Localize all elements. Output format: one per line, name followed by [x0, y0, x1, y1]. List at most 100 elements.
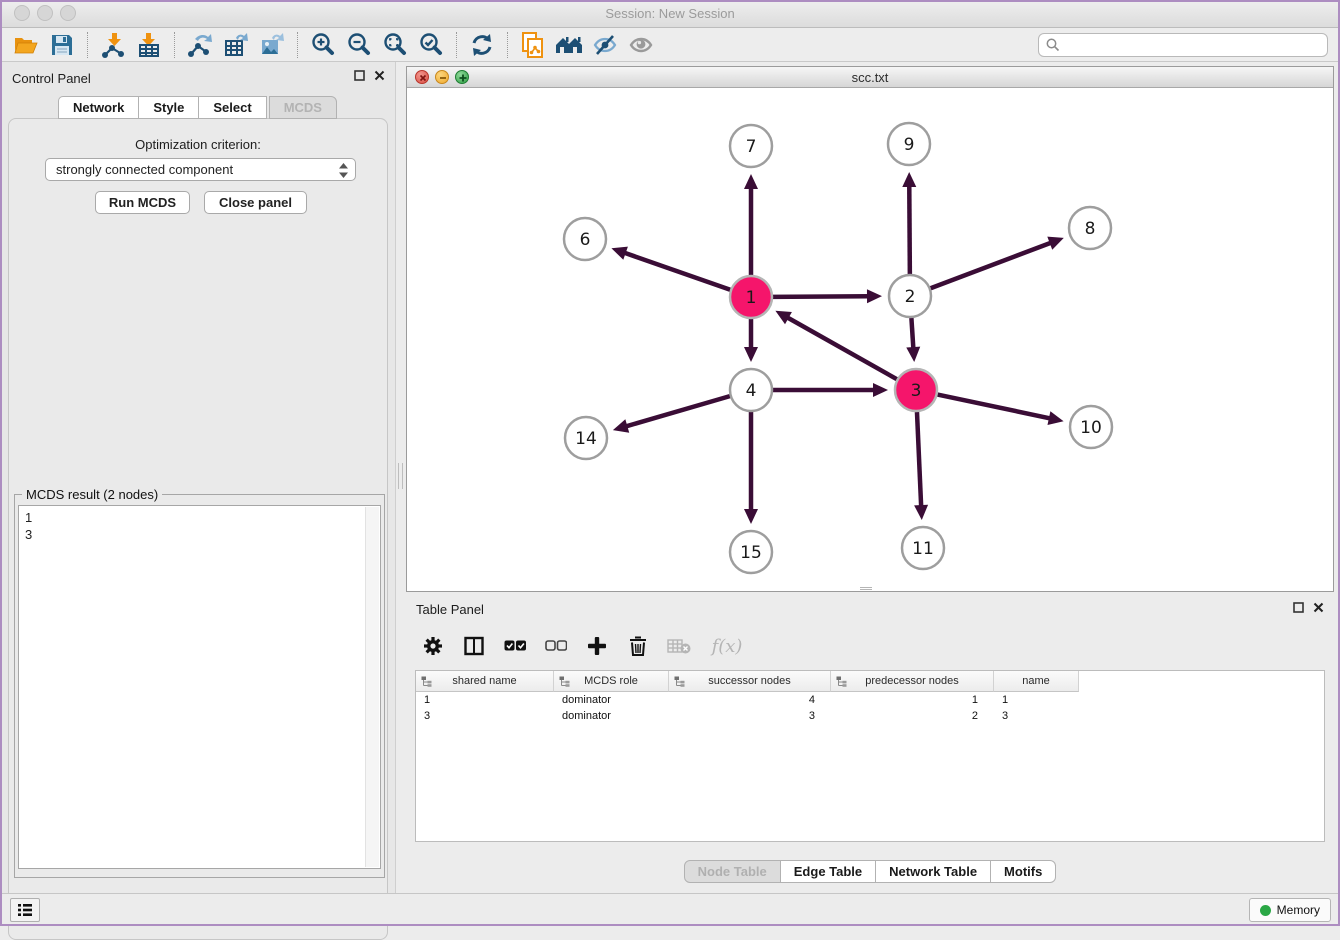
edge-1-2[interactable]	[773, 296, 869, 297]
control-panel: Control Panel Network Style Select MCDS …	[0, 62, 396, 893]
save-icon	[50, 33, 74, 57]
edge-3-10[interactable]	[938, 395, 1051, 419]
criterion-select[interactable]: strongly connected component	[45, 158, 356, 181]
network-canvas[interactable]: 7968124314101511	[407, 88, 1333, 591]
add-column-button[interactable]	[584, 633, 610, 659]
window-close-button[interactable]	[14, 5, 30, 21]
graph-node-label: 7	[746, 137, 757, 157]
delete-column-button[interactable]	[625, 633, 651, 659]
table-cell: dominator	[554, 708, 669, 724]
network-window-title: scc.txt	[407, 67, 1333, 88]
edge-3-1[interactable]	[787, 317, 897, 379]
import-network-button[interactable]	[95, 30, 131, 60]
network-resize-grip[interactable]	[860, 587, 872, 590]
panel-splitter[interactable]	[396, 62, 406, 893]
show-graphics-details-button[interactable]	[587, 30, 623, 60]
column-header-shared-name[interactable]: shared name	[416, 671, 554, 692]
memory-label: Memory	[1277, 903, 1320, 917]
column-header-successor-nodes[interactable]: successor nodes	[669, 671, 831, 692]
search-box[interactable]	[1038, 33, 1328, 57]
list-icon	[17, 903, 33, 917]
close-panel-button[interactable]: Close panel	[204, 191, 307, 214]
duplicate-network-button[interactable]	[515, 30, 551, 60]
edge-2-3[interactable]	[911, 318, 913, 349]
status-bar: Memory	[0, 893, 1340, 926]
zoom-selected-button[interactable]	[413, 30, 449, 60]
tab-node-table[interactable]: Node Table	[684, 860, 781, 883]
float-panel-icon[interactable]	[354, 70, 365, 81]
export-image-button[interactable]	[254, 30, 290, 60]
export-table-button[interactable]	[218, 30, 254, 60]
table-row[interactable]: 3dominator323	[416, 708, 1324, 724]
export-network-button[interactable]	[182, 30, 218, 60]
graph-node-label: 2	[905, 287, 916, 307]
column-label: successor nodes	[708, 675, 791, 687]
column-header-mcds-role[interactable]: MCDS role	[554, 671, 669, 692]
unchecked-boxes-icon	[545, 640, 567, 652]
close-table-panel-icon[interactable]	[1313, 602, 1324, 613]
window-minimize-button[interactable]	[37, 5, 53, 21]
open-session-button[interactable]	[8, 30, 44, 60]
column-visibility-button[interactable]	[461, 633, 487, 659]
table-settings-button[interactable]	[420, 633, 446, 659]
function-builder-button[interactable]: f(x)	[707, 633, 747, 659]
graph-node-label: 6	[580, 230, 591, 250]
memory-button[interactable]: Memory	[1249, 898, 1331, 922]
tab-select[interactable]: Select	[199, 96, 266, 119]
tab-motifs[interactable]: Motifs	[991, 860, 1056, 883]
mcds-result-area[interactable]: 1 3	[18, 505, 381, 869]
network-window-titlebar[interactable]: scc.txt	[407, 67, 1333, 88]
table-cell: 3	[994, 708, 1079, 724]
deselect-all-checks-button[interactable]	[543, 633, 569, 659]
zoom-in-button[interactable]	[305, 30, 341, 60]
tab-network[interactable]: Network	[58, 96, 139, 119]
window-zoom-button[interactable]	[60, 5, 76, 21]
control-panel-title: Control Panel	[12, 71, 91, 86]
function-icon: f(x)	[712, 636, 743, 657]
run-mcds-button[interactable]: Run MCDS	[95, 191, 190, 214]
edge-arrowhead	[873, 383, 888, 397]
network-minimize-button[interactable]	[435, 70, 449, 84]
graph-node-label: 9	[904, 135, 915, 155]
tree-icon	[674, 676, 685, 687]
column-header-predecessor-nodes[interactable]: predecessor nodes	[831, 671, 994, 692]
refresh-layout-button[interactable]	[464, 30, 500, 60]
zoom-fit-button[interactable]	[377, 30, 413, 60]
search-input[interactable]	[1065, 35, 1327, 55]
select-all-checks-button[interactable]	[502, 633, 528, 659]
table-toolbar: f(x)	[420, 628, 747, 664]
control-panel-tabs: Network Style Select MCDS	[0, 96, 395, 119]
table-row[interactable]: 1dominator411	[416, 692, 1324, 708]
tab-edge-table[interactable]: Edge Table	[781, 860, 876, 883]
network-close-button[interactable]	[415, 70, 429, 84]
edge-arrowhead	[744, 509, 758, 524]
export-table-icon	[223, 32, 249, 58]
eye-icon	[628, 33, 654, 57]
task-history-button[interactable]	[10, 898, 40, 922]
edge-2-9[interactable]	[909, 185, 910, 274]
table-cell: 2	[831, 708, 994, 724]
delete-table-button[interactable]	[666, 633, 692, 659]
edge-4-14[interactable]	[625, 396, 730, 426]
network-maximize-button[interactable]	[455, 70, 469, 84]
node-table: shared name MCDS role successor nodes pr…	[415, 670, 1325, 842]
columns-icon	[464, 636, 484, 656]
toolbar-separator	[87, 32, 88, 58]
zoom-out-button[interactable]	[341, 30, 377, 60]
edge-2-8[interactable]	[931, 242, 1052, 288]
column-label: name	[1022, 675, 1050, 687]
tab-network-table[interactable]: Network Table	[876, 860, 991, 883]
float-table-panel-icon[interactable]	[1293, 602, 1304, 613]
tab-mcds[interactable]: MCDS	[269, 96, 337, 119]
hide-graphics-details-button[interactable]	[623, 30, 659, 60]
tab-style[interactable]: Style	[139, 96, 199, 119]
search-icon	[1046, 38, 1060, 52]
edge-1-6[interactable]	[624, 253, 731, 290]
import-table-button[interactable]	[131, 30, 167, 60]
close-panel-icon[interactable]	[374, 70, 385, 81]
column-header-name[interactable]: name	[994, 671, 1079, 692]
home-view-button[interactable]	[551, 30, 587, 60]
mcds-result-scrollbar[interactable]	[365, 507, 379, 867]
save-session-button[interactable]	[44, 30, 80, 60]
edge-3-11[interactable]	[917, 412, 921, 507]
